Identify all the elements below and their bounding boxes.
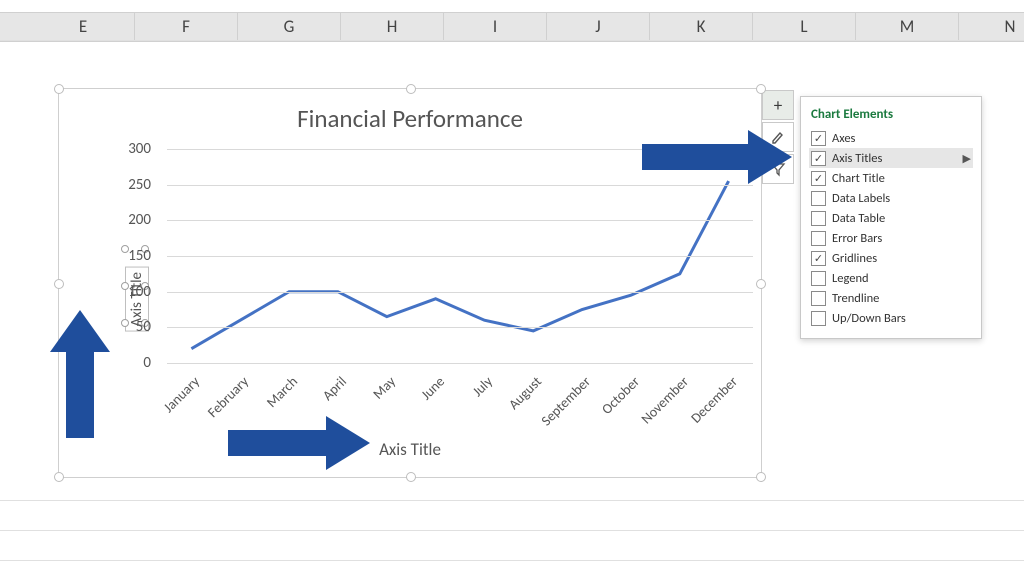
chart-elements-flyout[interactable]: Chart Elements ✓ Axes ✓ Axis Titles ▶ ✓ Chart … <box>800 96 982 339</box>
option-label: Axis Titles <box>832 151 882 166</box>
checkbox[interactable]: ✓ <box>811 251 826 266</box>
y-tick-label: 150 <box>111 247 151 265</box>
column-header-cell[interactable]: F <box>135 13 238 41</box>
grid-row <box>0 560 1024 561</box>
y-tick-label: 300 <box>111 140 151 158</box>
y-tick-label: 0 <box>111 354 151 372</box>
gridline <box>167 256 753 257</box>
selection-handle[interactable] <box>54 84 64 94</box>
gridline <box>167 220 753 221</box>
column-header-cell[interactable]: H <box>341 13 444 41</box>
chart-element-option[interactable]: ✓ Chart Title <box>809 168 973 188</box>
column-header-cell[interactable]: N <box>959 13 1024 41</box>
option-label: Up/Down Bars <box>832 311 906 326</box>
chart-element-option[interactable]: Trendline <box>809 288 973 308</box>
option-label: Legend <box>832 271 869 286</box>
gridline <box>167 185 753 186</box>
option-label: Data Table <box>832 211 885 226</box>
chart-element-option[interactable]: ✓ Axis Titles ▶ <box>809 148 973 168</box>
checkbox[interactable] <box>811 191 826 206</box>
checkbox[interactable] <box>811 311 826 326</box>
chart-element-option[interactable]: ✓ Gridlines <box>809 248 973 268</box>
option-label: Trendline <box>832 291 879 306</box>
gridline <box>167 292 753 293</box>
grid-row <box>0 40 1024 41</box>
selection-handle[interactable] <box>756 84 766 94</box>
column-header-cell[interactable]: M <box>856 13 959 41</box>
column-header-row: EFGHIJKLMN <box>0 12 1024 42</box>
chart-element-option[interactable]: Error Bars <box>809 228 973 248</box>
selection-handle[interactable] <box>406 472 416 482</box>
checkbox[interactable] <box>811 291 826 306</box>
y-tick-label: 50 <box>111 318 151 336</box>
selection-handle[interactable] <box>756 472 766 482</box>
checkbox[interactable]: ✓ <box>811 131 826 146</box>
option-label: Data Labels <box>832 191 890 206</box>
selection-handle[interactable] <box>54 472 64 482</box>
checkbox[interactable] <box>811 271 826 286</box>
checkbox[interactable] <box>811 211 826 226</box>
checkbox[interactable]: ✓ <box>811 171 826 186</box>
grid-row <box>0 530 1024 531</box>
plus-icon: + <box>774 95 782 116</box>
grid-row <box>0 500 1024 501</box>
column-header-cell[interactable]: L <box>753 13 856 41</box>
chart-element-option[interactable]: ✓ Axes <box>809 128 973 148</box>
flyout-heading: Chart Elements <box>809 105 973 128</box>
column-header-cell[interactable]: I <box>444 13 547 41</box>
option-label: Gridlines <box>832 251 877 266</box>
option-label: Axes <box>832 131 855 146</box>
column-header-cell[interactable]: G <box>238 13 341 41</box>
gridline <box>167 363 753 364</box>
x-axis-title[interactable]: Axis Title <box>59 439 761 460</box>
option-label: Error Bars <box>832 231 882 246</box>
column-header-cell[interactable]: J <box>547 13 650 41</box>
annotation-arrow-up <box>50 310 110 440</box>
gridline <box>167 327 753 328</box>
y-tick-label: 200 <box>111 211 151 229</box>
selection-handle[interactable] <box>54 279 64 289</box>
y-tick-label: 100 <box>111 283 151 301</box>
option-label: Chart Title <box>832 171 885 186</box>
checkbox[interactable] <box>811 231 826 246</box>
column-header-cell[interactable]: K <box>650 13 753 41</box>
selection-handle[interactable] <box>406 84 416 94</box>
column-header-cell[interactable]: E <box>32 13 135 41</box>
chart-element-option[interactable]: Data Table <box>809 208 973 228</box>
y-tick-label: 250 <box>111 176 151 194</box>
chart-element-option[interactable]: Legend <box>809 268 973 288</box>
annotation-arrow-right <box>228 416 378 470</box>
chart-element-option[interactable]: Up/Down Bars <box>809 308 973 328</box>
chevron-right-icon[interactable]: ▶ <box>963 152 971 165</box>
chart-element-option[interactable]: Data Labels <box>809 188 973 208</box>
chart-elements-button[interactable]: + <box>762 90 794 120</box>
selection-handle[interactable] <box>756 279 766 289</box>
annotation-arrow-right <box>642 130 800 184</box>
checkbox[interactable]: ✓ <box>811 151 826 166</box>
